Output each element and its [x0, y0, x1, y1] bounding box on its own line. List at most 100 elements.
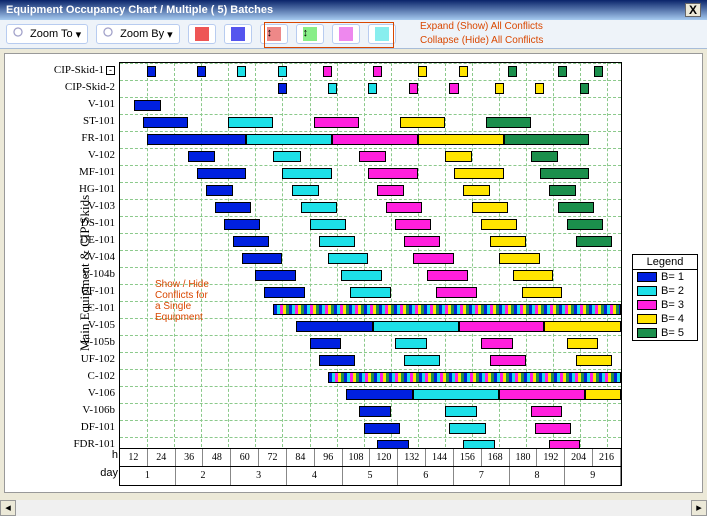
- gantt-bar[interactable]: [459, 66, 468, 77]
- expand-conflicts-button[interactable]: ↕: [260, 24, 288, 44]
- conflict-tool-1[interactable]: [188, 24, 216, 44]
- gantt-bar[interactable]: [504, 134, 590, 145]
- gantt-bar[interactable]: [409, 83, 418, 94]
- scroll-right-button[interactable]: ▸: [691, 500, 707, 516]
- gantt-bar[interactable]: [499, 253, 540, 264]
- gantt-bar[interactable]: [427, 270, 468, 281]
- gantt-bar[interactable]: [490, 236, 526, 247]
- gantt-bar[interactable]: [544, 321, 621, 332]
- zoom-to-button[interactable]: Zoom To ▾: [6, 24, 88, 44]
- gantt-bar[interactable]: [296, 321, 373, 332]
- gantt-bar[interactable]: [255, 270, 296, 281]
- gantt-bar[interactable]: [215, 202, 251, 213]
- gantt-bar[interactable]: [224, 219, 260, 230]
- gantt-bar[interactable]: [472, 202, 508, 213]
- gantt-bar[interactable]: [418, 66, 427, 77]
- gantt-bar[interactable]: [580, 83, 589, 94]
- horizontal-scrollbar[interactable]: ◂ ▸: [0, 500, 707, 516]
- gantt-bar[interactable]: [368, 83, 377, 94]
- gantt-bar[interactable]: [585, 389, 621, 400]
- gantt-bar[interactable]: [459, 321, 545, 332]
- gantt-bar[interactable]: [522, 287, 563, 298]
- gantt-bar[interactable]: [481, 219, 517, 230]
- gantt-bar[interactable]: [535, 423, 571, 434]
- gantt-bar[interactable]: [373, 66, 382, 77]
- gantt-bar[interactable]: [481, 338, 513, 349]
- gantt-bar[interactable]: [237, 66, 246, 77]
- gantt-bar[interactable]: [413, 253, 454, 264]
- zoom-by-button[interactable]: Zoom By ▾: [96, 24, 180, 44]
- gantt-bar[interactable]: [436, 287, 477, 298]
- gantt-bar[interactable]: [341, 270, 382, 281]
- gantt-bar[interactable]: [246, 134, 332, 145]
- gantt-bar[interactable]: [499, 389, 585, 400]
- gantt-bar[interactable]: [310, 338, 342, 349]
- gantt-bar[interactable]: [495, 83, 504, 94]
- gantt-bar[interactable]: [540, 168, 590, 179]
- gantt-bar[interactable]: [350, 287, 391, 298]
- gantt-bar[interactable]: [143, 117, 188, 128]
- scroll-left-button[interactable]: ◂: [0, 500, 16, 516]
- gantt-bar[interactable]: [576, 355, 612, 366]
- gantt-bar[interactable]: [567, 338, 599, 349]
- gantt-bar[interactable]: [278, 66, 287, 77]
- gantt-bar[interactable]: [576, 236, 612, 247]
- tool-5[interactable]: [332, 24, 360, 44]
- gantt-bar[interactable]: [206, 185, 233, 196]
- gantt-bar[interactable]: [558, 66, 567, 77]
- gantt-bar[interactable]: [531, 406, 563, 417]
- gantt-bar[interactable]: [364, 423, 400, 434]
- gantt-bar[interactable]: [197, 168, 247, 179]
- gantt-bar[interactable]: [531, 151, 558, 162]
- gantt-bar[interactable]: [328, 83, 337, 94]
- gantt-bar[interactable]: [567, 219, 603, 230]
- gantt-bar[interactable]: [486, 117, 531, 128]
- gantt-bar[interactable]: [147, 66, 156, 77]
- gantt-bar[interactable]: [323, 66, 332, 77]
- close-button[interactable]: X: [685, 3, 701, 17]
- gantt-bar[interactable]: [445, 151, 472, 162]
- gantt-bar[interactable]: [445, 406, 477, 417]
- gantt-bar[interactable]: [228, 117, 273, 128]
- tool-6[interactable]: [368, 24, 396, 44]
- gantt-bar[interactable]: [319, 236, 355, 247]
- gantt-bar[interactable]: [373, 321, 459, 332]
- collapse-toggle[interactable]: -: [106, 66, 115, 75]
- gantt-bar[interactable]: [490, 355, 526, 366]
- gantt-bar[interactable]: [449, 83, 458, 94]
- gantt-bar[interactable]: [400, 117, 445, 128]
- gantt-bar[interactable]: [535, 83, 544, 94]
- gantt-bar[interactable]: [242, 253, 283, 264]
- gantt-bar[interactable]: [319, 355, 355, 366]
- gantt-bar[interactable]: [273, 304, 621, 315]
- gantt-bar[interactable]: [513, 270, 554, 281]
- gantt-bar[interactable]: [346, 389, 414, 400]
- gantt-bar[interactable]: [508, 66, 517, 77]
- gantt-bar[interactable]: [404, 236, 440, 247]
- gantt-bar[interactable]: [147, 134, 246, 145]
- gantt-bar[interactable]: [314, 117, 359, 128]
- gantt-bar[interactable]: [404, 355, 440, 366]
- gantt-bar[interactable]: [282, 168, 332, 179]
- gantt-bar[interactable]: [292, 185, 319, 196]
- collapse-conflicts-button[interactable]: ↕: [296, 24, 324, 44]
- gantt-bar[interactable]: [549, 185, 576, 196]
- gantt-bar[interactable]: [264, 287, 305, 298]
- gantt-bar[interactable]: [594, 66, 603, 77]
- gantt-bar[interactable]: [301, 202, 337, 213]
- gantt-bar[interactable]: [463, 185, 490, 196]
- gantt-bar[interactable]: [413, 389, 499, 400]
- gantt-bar[interactable]: [197, 66, 206, 77]
- gantt-bar[interactable]: [328, 372, 621, 383]
- conflict-tool-2[interactable]: [224, 24, 252, 44]
- gantt-bar[interactable]: [310, 219, 346, 230]
- gantt-bar[interactable]: [449, 423, 485, 434]
- gantt-bar[interactable]: [359, 406, 391, 417]
- gantt-bar[interactable]: [233, 236, 269, 247]
- gantt-bar[interactable]: [395, 219, 431, 230]
- gantt-bar[interactable]: [377, 185, 404, 196]
- gantt-bar[interactable]: [558, 202, 594, 213]
- gantt-bar[interactable]: [332, 134, 418, 145]
- gantt-bar[interactable]: [418, 134, 504, 145]
- gantt-bar[interactable]: [386, 202, 422, 213]
